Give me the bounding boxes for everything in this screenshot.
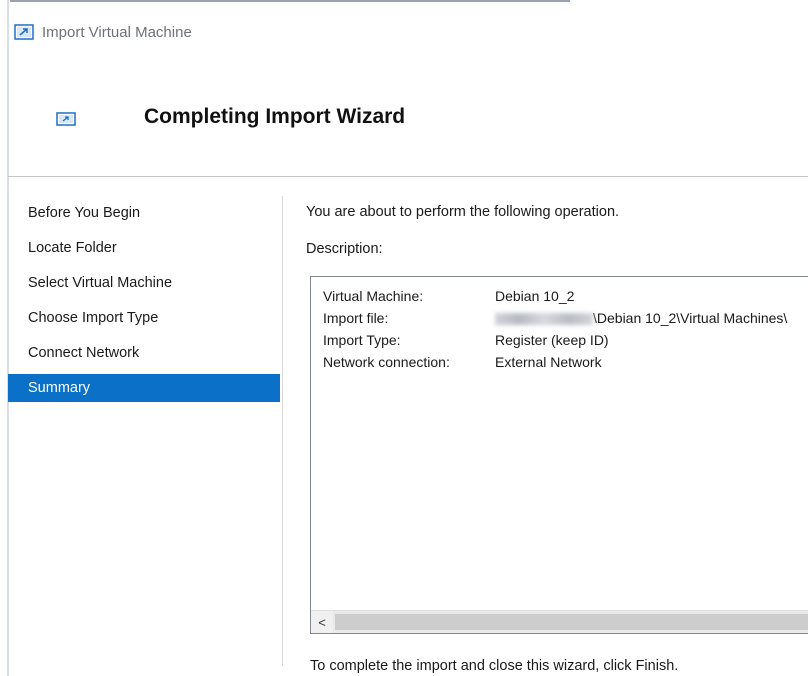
scroll-left-arrow-icon[interactable]: < (311, 611, 333, 633)
description-row: Import Type: Register (keep ID) (323, 329, 787, 351)
row-value-wrapper: \Debian 10_2\Virtual Machines\ (495, 307, 787, 329)
description-row: Import file: \Debian 10_2\Virtual Machin… (323, 307, 787, 329)
row-value: \Debian 10_2\Virtual Machines\ (593, 310, 788, 326)
nav-item-locate-folder[interactable]: Locate Folder (8, 231, 280, 266)
description-row: Network connection: External Network (323, 351, 787, 373)
row-key: Import Type: (323, 332, 401, 348)
row-value: Debian 10_2 (495, 288, 575, 304)
scroll-thumb[interactable] (335, 614, 808, 630)
row-value: Register (keep ID) (495, 332, 609, 348)
nav-item-summary[interactable]: Summary (8, 374, 280, 402)
description-rows: Virtual Machine: Debian 10_2 Import file… (323, 285, 787, 373)
description-row: Virtual Machine: Debian 10_2 (323, 285, 787, 307)
row-key: Network connection: (323, 354, 450, 370)
nav-item-select-virtual-machine[interactable]: Select Virtual Machine (8, 266, 280, 301)
nav-item-before-you-begin[interactable]: Before You Begin (8, 196, 280, 231)
row-key: Virtual Machine: (323, 288, 424, 304)
page-title: Completing Import Wizard (144, 105, 406, 128)
wizard-header-icon (56, 112, 76, 126)
window-top-edge (10, 0, 570, 2)
window-title: Import Virtual Machine (42, 23, 192, 41)
wizard-steps-nav: Before You Begin Locate Folder Select Vi… (8, 196, 280, 402)
sidebar-divider (282, 196, 283, 666)
finish-instruction: To complete the import and close this wi… (310, 658, 679, 674)
row-value: External Network (495, 354, 602, 370)
header-divider (8, 176, 808, 177)
nav-item-choose-import-type[interactable]: Choose Import Type (8, 301, 280, 336)
import-vm-icon (14, 24, 34, 40)
nav-item-connect-network[interactable]: Connect Network (8, 336, 280, 371)
row-key: Import file: (323, 310, 389, 326)
description-label: Description: (306, 241, 383, 257)
description-box[interactable]: Virtual Machine: Debian 10_2 Import file… (310, 276, 808, 634)
horizontal-scrollbar[interactable]: < (311, 610, 808, 633)
intro-text: You are about to perform the following o… (306, 204, 620, 220)
redacted-path (495, 313, 593, 326)
title-bar: Import Virtual Machine (14, 20, 192, 44)
